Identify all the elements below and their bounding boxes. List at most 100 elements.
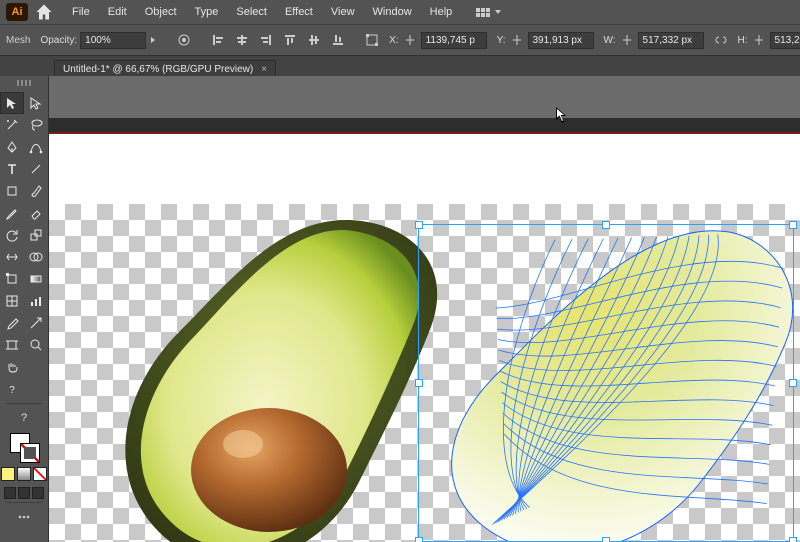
link-wh-icon[interactable] xyxy=(714,32,728,48)
control-bar: Mesh Opacity: 100% X: 1139,745 p Y: 391,… xyxy=(0,24,800,56)
align-hcenter-icon[interactable] xyxy=(235,32,249,48)
chevron-right-icon[interactable] xyxy=(149,36,157,44)
y-field[interactable]: Y: 391,913 px xyxy=(497,32,594,49)
align-left-icon[interactable] xyxy=(211,32,225,48)
y-value[interactable]: 391,913 px xyxy=(528,32,594,49)
screen-normal[interactable] xyxy=(4,487,16,499)
align-vcenter-icon[interactable] xyxy=(307,32,321,48)
tool-slot[interactable] xyxy=(24,378,48,400)
menu-object[interactable]: Object xyxy=(137,3,185,21)
menu-help[interactable]: Help xyxy=(422,3,461,21)
transform-icon[interactable] xyxy=(365,32,379,48)
opacity-control[interactable]: Opacity: 100% xyxy=(40,32,157,49)
gradient-tool[interactable] xyxy=(24,268,48,290)
screen-present[interactable] xyxy=(32,487,44,499)
panel-grip[interactable] xyxy=(9,80,39,88)
scrub-icon[interactable] xyxy=(619,32,635,48)
line-tool[interactable] xyxy=(24,158,48,180)
recolor-artwork-icon[interactable] xyxy=(177,32,191,48)
column-graph-tool[interactable] xyxy=(24,290,48,312)
eraser-tool[interactable] xyxy=(24,202,48,224)
w-label: W: xyxy=(604,35,616,46)
x-field[interactable]: X: 1139,745 p xyxy=(389,32,486,49)
slice-tool[interactable] xyxy=(24,312,48,334)
canvas[interactable] xyxy=(49,76,800,542)
selection-bounding-box[interactable] xyxy=(418,224,794,542)
selection-handle[interactable] xyxy=(602,537,610,542)
stroke-swatch[interactable] xyxy=(20,443,40,463)
tool-slot[interactable] xyxy=(24,356,48,378)
menu-edit[interactable]: Edit xyxy=(100,3,135,21)
home-icon[interactable] xyxy=(34,2,54,22)
menu-file[interactable]: File xyxy=(64,3,98,21)
selection-handle[interactable] xyxy=(602,221,610,229)
color-mode[interactable] xyxy=(1,467,15,481)
selection-handle[interactable] xyxy=(789,221,797,229)
close-icon[interactable]: × xyxy=(261,64,267,75)
h-label: H: xyxy=(738,35,748,46)
type-tool[interactable] xyxy=(0,158,24,180)
free-transform-tool[interactable] xyxy=(0,268,24,290)
tool-panel: ? ? xyxy=(0,76,49,542)
rotate-tool[interactable] xyxy=(0,224,24,246)
selection-kind-label: Mesh xyxy=(6,35,30,46)
svg-text:?: ? xyxy=(9,385,15,396)
opacity-value[interactable]: 100% xyxy=(80,32,146,49)
paintbrush-tool[interactable] xyxy=(24,180,48,202)
w-field[interactable]: W: 517,332 px xyxy=(604,32,704,49)
width-tool[interactable] xyxy=(0,246,24,268)
edit-toolbar-icon[interactable] xyxy=(12,506,36,528)
menubar: Ai File Edit Object Type Select Effect V… xyxy=(0,0,800,24)
lasso-tool[interactable] xyxy=(24,114,48,136)
zoom-tool[interactable] xyxy=(24,334,48,356)
curvature-tool[interactable] xyxy=(24,136,48,158)
align-bottom-icon[interactable] xyxy=(331,32,345,48)
screen-full[interactable] xyxy=(18,487,30,499)
document-tab-title: Untitled-1* @ 66,67% (RGB/GPU Preview) xyxy=(63,64,253,75)
shape-builder-tool[interactable] xyxy=(24,246,48,268)
menu-select[interactable]: Select xyxy=(228,3,275,21)
menu-type[interactable]: Type xyxy=(187,3,227,21)
pen-tool[interactable] xyxy=(0,136,24,158)
none-mode[interactable] xyxy=(33,467,47,481)
align-top-icon[interactable] xyxy=(283,32,297,48)
opacity-label: Opacity: xyxy=(40,35,77,46)
w-value[interactable]: 517,332 px xyxy=(638,32,704,49)
rectangle-tool[interactable] xyxy=(0,180,24,202)
menu-view[interactable]: View xyxy=(323,3,363,21)
align-right-icon[interactable] xyxy=(259,32,273,48)
unknown-tool[interactable]: ? xyxy=(12,407,36,429)
x-label: X: xyxy=(389,35,398,46)
selection-handle[interactable] xyxy=(789,537,797,542)
unknown-tool[interactable]: ? xyxy=(0,378,24,400)
screen-mode-buttons[interactable] xyxy=(4,487,44,499)
scale-tool[interactable] xyxy=(24,224,48,246)
h-value[interactable]: 513,262 px xyxy=(770,32,800,49)
h-field[interactable]: H: 513,262 px xyxy=(738,32,800,49)
selection-handle[interactable] xyxy=(789,379,797,387)
magic-wand-tool[interactable] xyxy=(0,114,24,136)
selection-handle[interactable] xyxy=(415,221,423,229)
menu-effect[interactable]: Effect xyxy=(277,3,321,21)
y-label: Y: xyxy=(497,35,506,46)
direct-selection-tool[interactable] xyxy=(24,92,48,114)
eyedropper-tool[interactable] xyxy=(0,312,24,334)
workspace-switcher[interactable] xyxy=(476,8,502,17)
chevron-down-icon xyxy=(494,8,502,16)
fill-stroke-swatches[interactable] xyxy=(8,433,40,463)
scrub-icon[interactable] xyxy=(751,32,767,48)
selection-tool[interactable] xyxy=(0,92,24,114)
selection-handle[interactable] xyxy=(415,379,423,387)
selection-handle[interactable] xyxy=(415,537,423,542)
pencil-tool[interactable] xyxy=(0,202,24,224)
scrub-icon[interactable] xyxy=(509,32,525,48)
scrub-icon[interactable] xyxy=(402,32,418,48)
draw-mode-buttons[interactable] xyxy=(1,467,47,481)
app-logo[interactable]: Ai xyxy=(6,3,28,21)
mesh-tool[interactable] xyxy=(0,290,24,312)
gradient-mode[interactable] xyxy=(17,467,31,481)
x-value[interactable]: 1139,745 p xyxy=(421,32,487,49)
artboard-tool[interactable] xyxy=(0,334,24,356)
hand-tool[interactable] xyxy=(0,356,24,378)
menu-window[interactable]: Window xyxy=(365,3,420,21)
